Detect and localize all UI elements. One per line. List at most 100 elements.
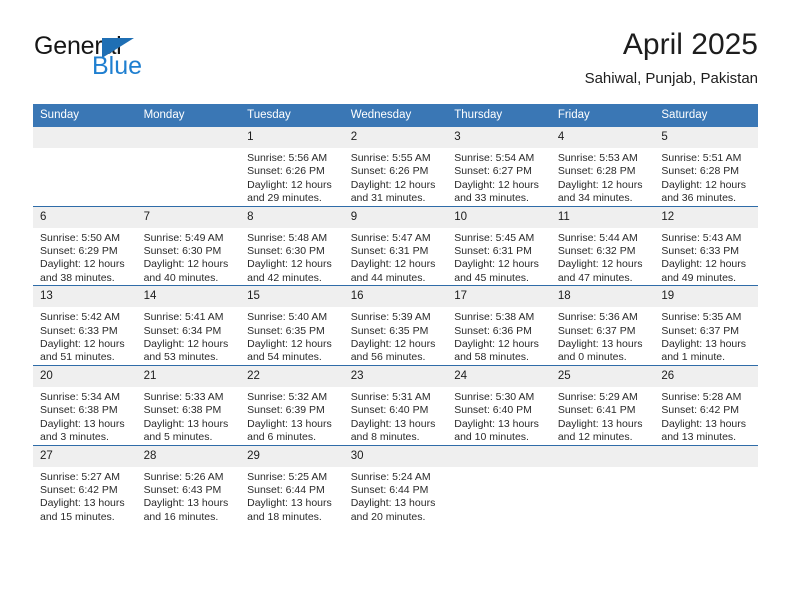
sunrise-text: Sunrise: 5:36 AM [557,311,638,324]
calendar-day-cell[interactable]: 19 Sunrise: 5:35 AM Sunset: 6:37 PM Dayligh… [654,285,758,366]
sunset-text: Sunset: 6:44 PM [350,483,429,496]
calendar-day-cell[interactable]: 28 Sunrise: 5:26 AM Sunset: 6:43 PM Dayligh… [136,444,241,525]
calendar-day-cell[interactable]: 15 Sunrise: 5:40 AM Sunset: 6:35 PM Dayligh… [240,285,344,366]
calendar-day-cell[interactable]: 29 Sunrise: 5:25 AM Sunset: 6:44 PM Dayligh… [240,444,344,525]
calendar-cell-empty [447,444,551,525]
sunset-text: Sunset: 6:26 PM [247,165,325,178]
calendar-day-cell[interactable]: 14 Sunrise: 5:41 AM Sunset: 6:34 PM Dayligh… [136,285,241,366]
day-number: 11 [550,206,655,228]
calendar-day-cell[interactable]: 6 Sunrise: 5:50 AM Sunset: 6:29 PM Daylight… [33,205,137,286]
calendar-week-row: 6 Sunrise: 5:50 AM Sunset: 6:29 PM Daylight… [33,205,758,286]
sunrise-text: Sunrise: 5:54 AM [454,152,535,164]
day-number: 16 [343,286,448,308]
daylight-text: Daylight: 12 hours and 33 minutes. [454,178,539,205]
day-details: Sunrise: 5:30 AM Sunset: 6:40 PM Daylight:… [447,387,551,445]
calendar-day-cell[interactable]: 4 Sunrise: 5:53 AM Sunset: 6:28 PM Daylight… [550,127,655,207]
calendar-day-cell[interactable]: 3 Sunrise: 5:54 AM Sunset: 6:27 PM Daylight… [447,127,551,207]
sunrise-text: Sunrise: 5:45 AM [454,231,535,244]
calendar-day-cell[interactable]: 2 Sunrise: 5:55 AM Sunset: 6:26 PM Daylight… [343,127,448,207]
day-details: Sunrise: 5:39 AM Sunset: 6:35 PM Daylight:… [344,307,448,365]
daylight-text: Daylight: 13 hours and 10 minutes. [454,417,539,444]
day-number: 10 [447,206,551,228]
sunset-text: Sunset: 6:42 PM [40,483,118,496]
sunrise-text: Sunrise: 5:48 AM [247,231,328,244]
calendar-day-cell[interactable]: 1 Sunrise: 5:56 AM Sunset: 6:26 PM Daylight… [240,127,344,207]
calendar-day-cell[interactable]: 5 Sunrise: 5:51 AM Sunset: 6:28 PM Daylight… [654,127,758,207]
daylight-text: Daylight: 13 hours and 0 minutes. [557,338,643,364]
day-number: 21 [136,365,241,387]
calendar-week-row: 13 Sunrise: 5:42 AM Sunset: 6:33 PM Dayligh… [33,285,758,366]
sunset-text: Sunset: 6:39 PM [247,404,325,417]
day-number [447,445,551,467]
calendar-day-cell[interactable]: 18 Sunrise: 5:36 AM Sunset: 6:37 PM Dayligh… [550,285,655,366]
daylight-text: Daylight: 13 hours and 1 minute. [661,338,747,364]
calendar-day-cell[interactable]: 24 Sunrise: 5:30 AM Sunset: 6:40 PM Dayligh… [447,364,551,445]
calendar-day-cell[interactable]: 27 Sunrise: 5:27 AM Sunset: 6:42 PM Dayligh… [33,444,137,525]
day-number: 8 [240,206,344,228]
sunrise-text: Sunrise: 5:40 AM [247,311,328,324]
calendar-day-cell[interactable]: 9 Sunrise: 5:47 AM Sunset: 6:31 PM Daylight… [343,205,448,286]
day-number: 24 [447,365,551,387]
day-number: 30 [343,445,448,467]
daylight-text: Daylight: 13 hours and 18 minutes. [247,497,332,523]
sunset-text: Sunset: 6:30 PM [247,245,325,258]
day-details: Sunrise: 5:40 AM Sunset: 6:35 PM Daylight:… [240,307,344,365]
calendar-day-cell[interactable]: 11 Sunrise: 5:44 AM Sunset: 6:32 PM Dayligh… [550,205,655,286]
calendar-cell-empty [550,444,655,525]
calendar-cell-empty [136,127,241,207]
calendar-day-cell[interactable]: 10 Sunrise: 5:45 AM Sunset: 6:31 PM Dayligh… [447,205,551,286]
calendar-week-row: 20 Sunrise: 5:34 AM Sunset: 6:38 PM Dayligh… [33,364,758,445]
sunrise-text: Sunrise: 5:28 AM [661,390,742,403]
brand-logo[interactable]: General Blue [34,34,234,86]
calendar-day-cell[interactable]: 23 Sunrise: 5:31 AM Sunset: 6:40 PM Dayligh… [343,364,448,445]
calendar-day-cell[interactable]: 16 Sunrise: 5:39 AM Sunset: 6:35 PM Dayligh… [343,285,448,366]
sunset-text: Sunset: 6:33 PM [661,245,740,258]
page-subtitle: Sahiwal, Punjab, Pakistan [584,69,758,87]
sunset-text: Sunset: 6:38 PM [143,404,222,417]
daylight-text: Daylight: 13 hours and 15 minutes. [40,497,125,523]
calendar-day-cell[interactable]: 21 Sunrise: 5:33 AM Sunset: 6:38 PM Dayligh… [136,364,241,445]
calendar-day-cell[interactable]: 26 Sunrise: 5:28 AM Sunset: 6:42 PM Dayligh… [654,364,758,445]
sunrise-text: Sunrise: 5:56 AM [247,152,328,164]
sunrise-text: Sunrise: 5:53 AM [557,152,638,164]
day-number: 3 [447,127,551,148]
day-details: Sunrise: 5:55 AM Sunset: 6:26 PM Daylight:… [344,148,448,206]
calendar-day-cell[interactable]: 20 Sunrise: 5:34 AM Sunset: 6:38 PM Dayligh… [33,364,137,445]
daylight-text: Daylight: 12 hours and 29 minutes. [247,178,332,205]
daylight-text: Daylight: 12 hours and 51 minutes. [40,338,125,364]
daylight-text: Daylight: 13 hours and 13 minutes. [661,417,747,444]
day-details: Sunrise: 5:36 AM Sunset: 6:37 PM Daylight:… [551,307,655,365]
calendar-day-cell[interactable]: 7 Sunrise: 5:49 AM Sunset: 6:30 PM Daylight… [136,205,241,286]
day-details: Sunrise: 5:48 AM Sunset: 6:30 PM Daylight:… [240,228,344,286]
day-number: 25 [550,365,655,387]
daylight-text: Daylight: 13 hours and 5 minutes. [143,417,229,444]
calendar-cell-empty [654,444,758,525]
day-number [136,127,241,148]
calendar-day-cell[interactable]: 17 Sunrise: 5:38 AM Sunset: 6:36 PM Dayligh… [447,285,551,366]
day-details: Sunrise: 5:35 AM Sunset: 6:37 PM Daylight:… [654,307,758,365]
daylight-text: Daylight: 12 hours and 42 minutes. [247,258,332,284]
calendar-body: 1 Sunrise: 5:56 AM Sunset: 6:26 PM Daylight… [33,127,758,525]
calendar-day-cell[interactable]: 25 Sunrise: 5:29 AM Sunset: 6:41 PM Dayligh… [550,364,655,445]
brand-name-blue: Blue [92,52,143,80]
calendar-day-cell[interactable]: 22 Sunrise: 5:32 AM Sunset: 6:39 PM Dayligh… [240,364,344,445]
day-details: Sunrise: 5:50 AM Sunset: 6:29 PM Daylight:… [33,228,137,286]
calendar-table: Sunday Monday Tuesday Wednesday Thursday Frid… [33,104,758,525]
sunrise-text: Sunrise: 5:47 AM [350,231,431,244]
calendar-day-cell[interactable]: 30 Sunrise: 5:24 AM Sunset: 6:44 PM Dayligh… [343,444,448,525]
sunrise-text: Sunrise: 5:44 AM [557,231,638,244]
calendar-day-cell[interactable]: 13 Sunrise: 5:42 AM Sunset: 6:33 PM Dayligh… [33,285,137,366]
day-details: Sunrise: 5:27 AM Sunset: 6:42 PM Daylight:… [33,467,137,525]
sunrise-text: Sunrise: 5:43 AM [661,231,742,244]
calendar-day-cell[interactable]: 12 Sunrise: 5:43 AM Sunset: 6:33 PM Dayligh… [654,205,758,286]
sunrise-text: Sunrise: 5:29 AM [557,390,638,403]
day-details: Sunrise: 5:38 AM Sunset: 6:36 PM Daylight:… [447,307,551,365]
daylight-text: Daylight: 13 hours and 3 minutes. [40,417,125,444]
sunset-text: Sunset: 6:42 PM [661,404,740,417]
day-details: Sunrise: 5:54 AM Sunset: 6:27 PM Daylight:… [447,148,551,206]
day-details: Sunrise: 5:33 AM Sunset: 6:38 PM Daylight:… [137,387,241,445]
sunset-text: Sunset: 6:41 PM [557,404,636,417]
title-block: April 2025 Sahiwal, Punjab, Pakistan [585,28,758,88]
day-number: 23 [343,365,448,387]
calendar-day-cell[interactable]: 8 Sunrise: 5:48 AM Sunset: 6:30 PM Daylight… [240,205,344,286]
